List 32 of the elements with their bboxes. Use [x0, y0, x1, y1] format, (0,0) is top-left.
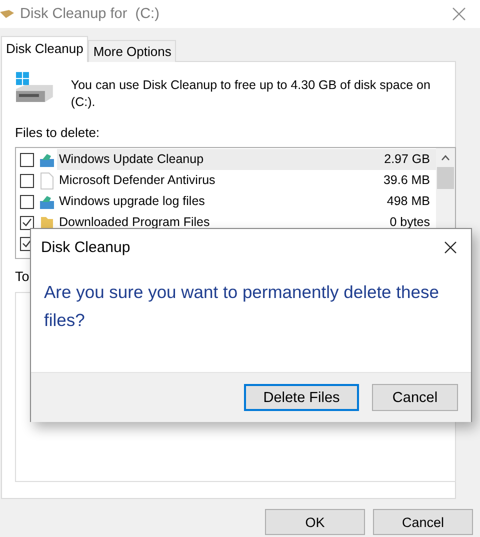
tab[interactable]: More Options — [88, 40, 176, 62]
checkbox[interactable] — [20, 152, 34, 166]
update-package-icon — [39, 194, 55, 208]
confirmation-message: Are you sure you want to permanently delete these files? — [44, 281, 440, 332]
dialog-button[interactable]: Delete Files — [244, 384, 359, 411]
checkbox[interactable] — [20, 216, 34, 230]
scrollbar-thumb[interactable] — [437, 167, 454, 189]
document-icon — [40, 172, 54, 190]
intro-text: You can use Disk Cleanup to free up to 4.30 GB of disk space on (C:). — [70, 77, 432, 111]
checkbox[interactable] — [20, 174, 34, 188]
total-label: To — [15, 269, 30, 284]
window-title: Disk Cleanup for (C:) — [20, 6, 160, 22]
file-name[interactable]: Microsoft Defender Antivirus — [57, 170, 384, 191]
files-label: Files to delete: — [15, 125, 101, 140]
file-size: 39.6 MB — [383, 172, 431, 189]
file-size: 2.97 GB — [384, 149, 436, 170]
scroll-up-icon[interactable] — [441, 155, 450, 161]
file-size: 0 bytes — [390, 214, 431, 231]
dialog-button[interactable]: OK — [265, 509, 365, 535]
dialog-title: Disk Cleanup — [41, 238, 130, 256]
drive-icon — [0, 9, 14, 19]
dialog-button[interactable]: Cancel — [372, 384, 458, 411]
hard-drive-icon — [15, 71, 55, 103]
tab[interactable]: Disk Cleanup — [1, 36, 88, 62]
checkbox[interactable] — [20, 194, 34, 208]
dialog-button[interactable]: Cancel — [373, 509, 473, 535]
file-size: 498 MB — [386, 193, 431, 210]
file-name[interactable]: Windows Update Cleanup — [57, 149, 384, 170]
update-package-icon — [39, 152, 55, 166]
file-name[interactable]: Windows upgrade log files — [57, 191, 387, 212]
folder-icon — [40, 214, 54, 230]
close-icon[interactable] — [444, 240, 457, 254]
